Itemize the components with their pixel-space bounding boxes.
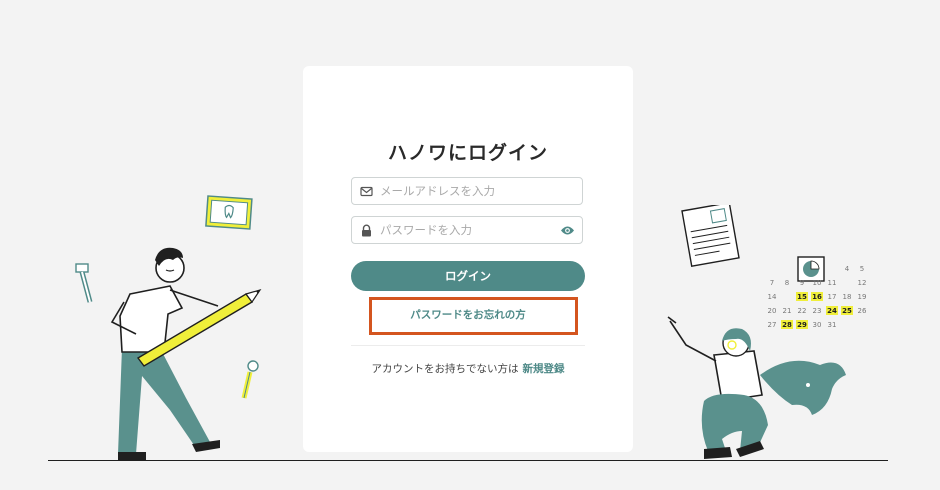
password-input[interactable]: [380, 217, 560, 243]
calendar-day: 27: [768, 321, 777, 329]
calendar-day: 7: [770, 279, 774, 287]
calendar-day: 31: [828, 321, 837, 329]
calendar-day: 4: [845, 265, 850, 273]
calendar-day: 8: [785, 279, 789, 287]
calendar-day: 16: [812, 293, 822, 301]
calendar-day: 9: [800, 279, 804, 287]
lock-icon: [362, 224, 371, 237]
dental-drill-icon: [75, 263, 93, 303]
login-card: ハノワにログイン ログイン パスワードをお忘れの方 アカウントをお持ちでない方は…: [303, 66, 633, 452]
email-input[interactable]: [380, 178, 560, 204]
tooth-card-icon: [205, 195, 253, 230]
calendar-day: 24: [827, 307, 837, 315]
right-illustration: 4 5 7 8 9 10 11 12 14 15 16 17 18 19 20 21 22 23 24 25 26 27 2…: [667, 205, 867, 459]
calendar-day: 21: [783, 307, 792, 315]
calendar-day: 28: [782, 321, 792, 329]
calendar-day: 14: [768, 293, 777, 301]
calendar-day: 11: [828, 279, 837, 287]
calendar-day: 10: [813, 279, 822, 287]
page-title: ハノワにログイン: [387, 142, 548, 164]
signup-prompt: アカウントをお持ちでない方は 新規登録: [303, 361, 633, 376]
left-illustration: [75, 195, 262, 460]
calendar-day: 20: [768, 307, 777, 315]
password-field[interactable]: [351, 216, 583, 244]
email-field[interactable]: [351, 177, 583, 205]
eye-icon[interactable]: [560, 224, 575, 237]
calendar-day: 26: [858, 307, 867, 315]
calendar-day: 5: [860, 265, 864, 273]
calendar-day: 23: [813, 307, 822, 315]
calendar-day: 18: [843, 293, 852, 301]
calendar-day: 30: [813, 321, 822, 329]
calendar-day: 12: [858, 279, 867, 287]
signup-prompt-text: アカウントをお持ちでない方は: [371, 363, 519, 375]
calendar-day: 22: [798, 307, 807, 315]
ground-line: [48, 460, 888, 461]
calendar-day: 17: [828, 293, 837, 301]
pie-chart-icon: [797, 256, 825, 282]
calendar-day: 15: [797, 293, 807, 301]
login-button[interactable]: ログイン: [351, 261, 585, 291]
calendar-day: 25: [842, 307, 852, 315]
document-icon: [681, 205, 740, 267]
signup-link[interactable]: 新規登録: [523, 363, 565, 375]
dental-mirror-icon: [241, 360, 259, 399]
calendar-day: 19: [858, 293, 867, 301]
envelope-icon: [360, 186, 373, 197]
divider: [351, 345, 585, 346]
forgot-password-link[interactable]: パスワードをお忘れの方: [303, 307, 633, 322]
calendar-day: 29: [797, 321, 807, 329]
